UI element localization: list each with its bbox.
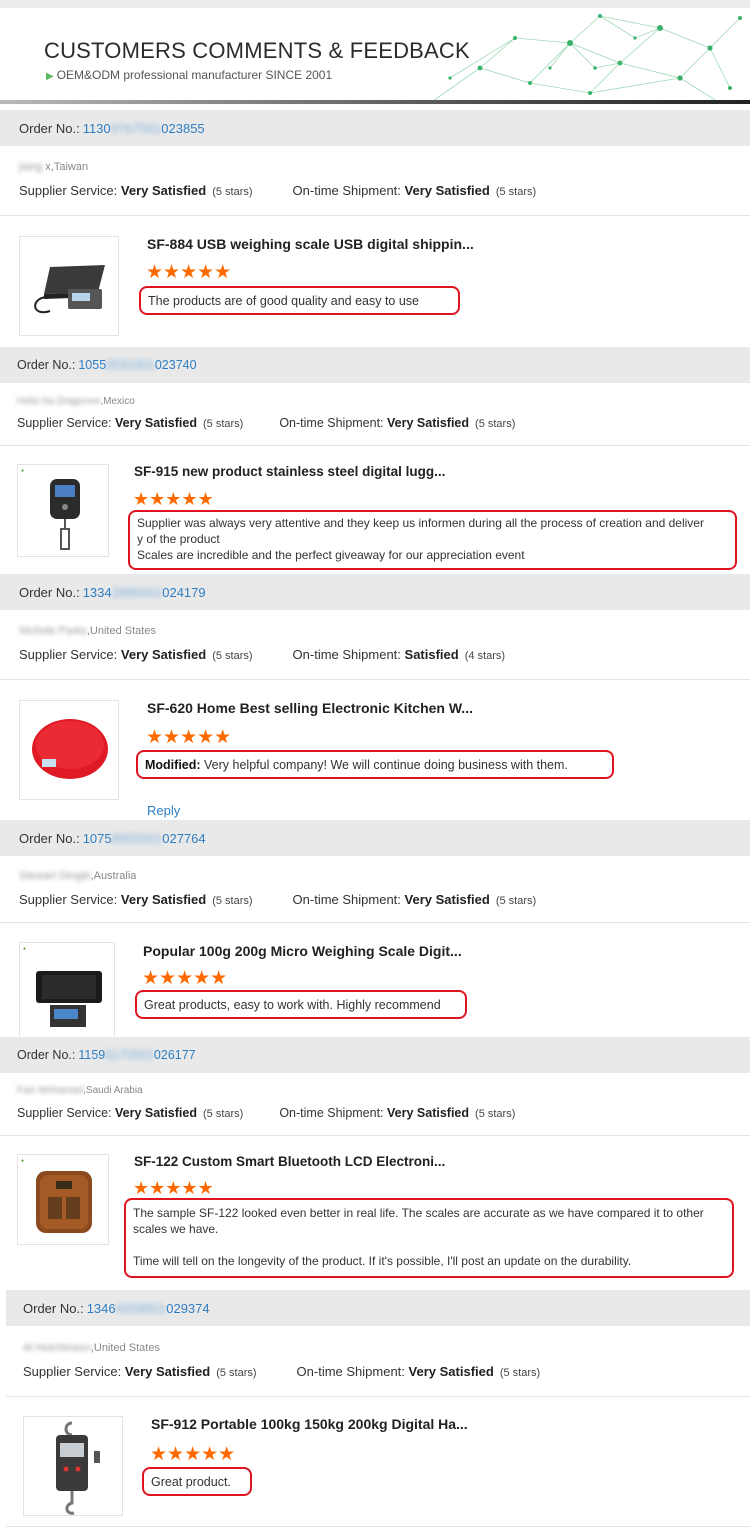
comment-box: The sample SF-122 looked even better in … [124,1198,734,1278]
customer-info: Nichole Parks,United States [19,625,156,637]
divider [0,922,750,923]
bathroom-scale-image [36,1171,92,1233]
order-number[interactable]: 13342895001024179 [83,585,206,600]
product-title[interactable]: Popular 100g 200g Micro Weighing Scale D… [143,943,462,959]
order-bar: Order No.: 11309767501023855 [0,110,750,146]
customer-info: Stewart Dingle,Australia [19,870,137,882]
brand-logo-icon: ● [21,1158,25,1164]
ratings-row: Supplier Service: Very Satisfied (5 stars… [17,1106,516,1120]
page-title: CUSTOMERS COMMENTS & FEEDBACK [44,38,470,63]
customer-info: Al Hutchinson,United States [23,1342,160,1354]
comment-box: Modified: Very helpful company! We will … [136,750,614,779]
ratings-row: Supplier Service: Very Satisfied (5 stars… [19,892,537,907]
divider [0,1135,750,1136]
brand-logo-icon: ● [23,946,27,952]
comment-box: The products are of good quality and eas… [139,286,460,315]
micro-scale-image [36,971,102,1027]
order-bar: Order No.: 10550531001023740 [0,347,750,383]
order-label: Order No.: [19,120,80,136]
order-bar: Order No.: 11596170501026177 [0,1037,750,1073]
divider [0,215,750,216]
order-bar: Order No.: 10758955501027764 [0,820,750,856]
order-bar: Order No.: 13342895001024179 [0,574,750,610]
page-subtitle: ▶ OEM&ODM professional manufacturer SINCE… [46,68,332,82]
product-title[interactable]: SF-912 Portable 100kg 150kg 200kg Digita… [151,1416,468,1432]
product-title[interactable]: SF-620 Home Best selling Electronic Kitc… [147,700,473,716]
product-thumbnail[interactable]: ● [17,1154,109,1245]
subtitle-text: OEM&ODM professional manufacturer SINCE … [56,68,333,82]
product-title[interactable]: SF-915 new product stainless steel digit… [134,464,445,479]
product-thumbnail[interactable] [23,1416,123,1516]
order-bar: Order No.: 13469259501029374 [6,1290,750,1326]
luggage-scale-image [50,479,80,550]
product-thumbnail[interactable]: ● [17,464,109,557]
star-rating: ★★★★★ [133,1178,214,1198]
ratings-row: Supplier Service: Very Satisfied (5 stars… [17,416,516,430]
product-title[interactable]: SF-884 USB weighing scale USB digital sh… [147,236,474,252]
order-number[interactable]: 10550531001023740 [78,358,196,372]
hanging-scale-image [56,1421,100,1515]
divider [6,1396,750,1397]
product-thumbnail[interactable] [19,700,119,800]
triangle-icon: ▶ [46,71,54,82]
comment-box: Great products, easy to work with. Highl… [135,990,467,1019]
customer-info: jiang x,Taiwan [19,161,89,173]
divider [6,1526,750,1527]
star-rating: ★★★★★ [142,968,228,989]
star-rating: ★★★★★ [150,1444,236,1465]
modified-label: Modified: [145,758,201,772]
comment-box: Great product. [142,1467,252,1496]
order-number[interactable]: 11309767501023855 [83,121,205,136]
ratings-row: Supplier Service: Very Satisfied (5 stars… [23,1364,541,1379]
star-rating: ★★★★★ [146,727,232,748]
kitchen-scale-image [32,719,108,779]
customer-info: Hefzi ba Dragonne,Mexico [17,396,135,407]
product-thumbnail[interactable] [19,236,119,336]
divider [0,445,750,446]
banner-divider [0,100,750,104]
usb-scale-image [34,265,105,314]
order-number[interactable]: 10758955501027764 [83,831,206,846]
product-thumbnail[interactable]: ● [19,942,115,1036]
header-banner: CUSTOMERS COMMENTS & FEEDBACK ▶ OEM&ODM p… [0,0,750,104]
comment-box: Supplier was always very attentive and t… [128,510,737,570]
network-graphic [429,14,742,104]
product-title[interactable]: SF-122 Custom Smart Bluetooth LCD Electr… [134,1154,445,1169]
star-rating: ★★★★★ [146,262,232,283]
ratings-row: Supplier Service: Very Satisfied (5 stars… [19,647,506,662]
customer-info: Faiz Mohamad,Saudi Arabia [17,1085,143,1096]
ratings-row: Supplier Service: Very Satisfied (5 stars… [19,183,537,198]
order-number[interactable]: 11596170501026177 [78,1048,195,1062]
reply-link[interactable]: Reply [147,803,180,818]
order-number[interactable]: 13469259501029374 [87,1301,210,1316]
star-rating: ★★★★★ [133,489,214,509]
brand-logo-icon: ● [21,468,25,474]
divider [0,679,750,680]
